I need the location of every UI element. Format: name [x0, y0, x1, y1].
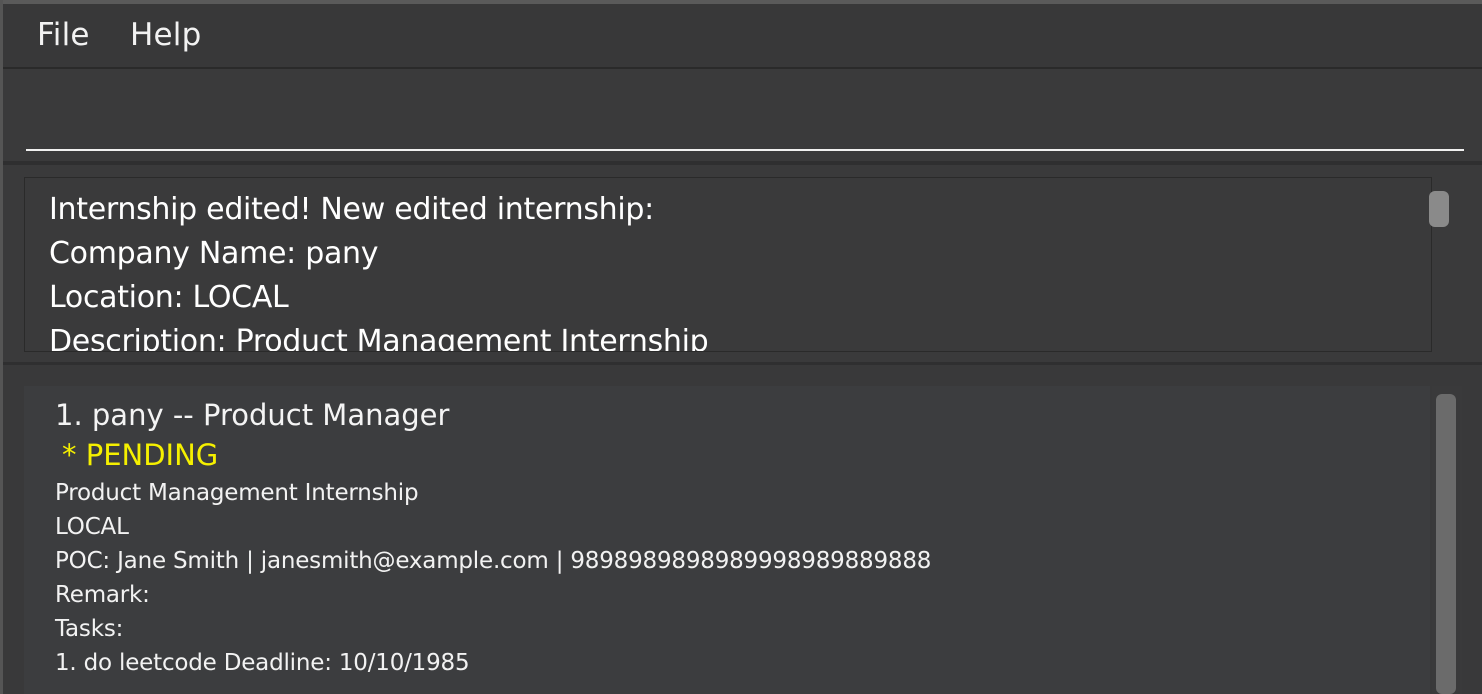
result-line-1: Internship edited! New edited internship… — [49, 192, 654, 227]
internship-description: Product Management Internship — [55, 480, 419, 506]
internship-location: LOCAL — [55, 514, 129, 540]
command-box-area — [3, 69, 1482, 165]
internship-tasks-label: Tasks: — [55, 616, 124, 642]
internship-card[interactable] — [24, 386, 1430, 694]
menu-help[interactable]: Help — [130, 17, 201, 53]
result-scrollbar-thumb[interactable] — [1429, 191, 1449, 227]
command-input[interactable] — [26, 83, 1464, 151]
internship-poc: POC: Jane Smith | janesmith@example.com … — [55, 548, 932, 574]
internship-card-title: 1. pany -- Product Manager — [55, 398, 450, 432]
menu-bar: File Help — [3, 4, 1482, 69]
internship-remark: Remark: — [55, 582, 150, 608]
menu-file[interactable]: File — [37, 17, 90, 53]
internship-task-item: 1. do leetcode Deadline: 10/10/1985 — [55, 650, 470, 676]
result-line-3: Location: LOCAL — [49, 280, 289, 315]
result-display[interactable]: Internship edited! New edited internship… — [24, 177, 1432, 352]
result-line-2: Company Name: pany — [49, 236, 379, 271]
internship-status-badge: * PENDING — [62, 438, 219, 472]
list-scrollbar-thumb[interactable] — [1436, 394, 1456, 694]
result-line-4: Description: Product Management Internsh… — [49, 324, 709, 352]
